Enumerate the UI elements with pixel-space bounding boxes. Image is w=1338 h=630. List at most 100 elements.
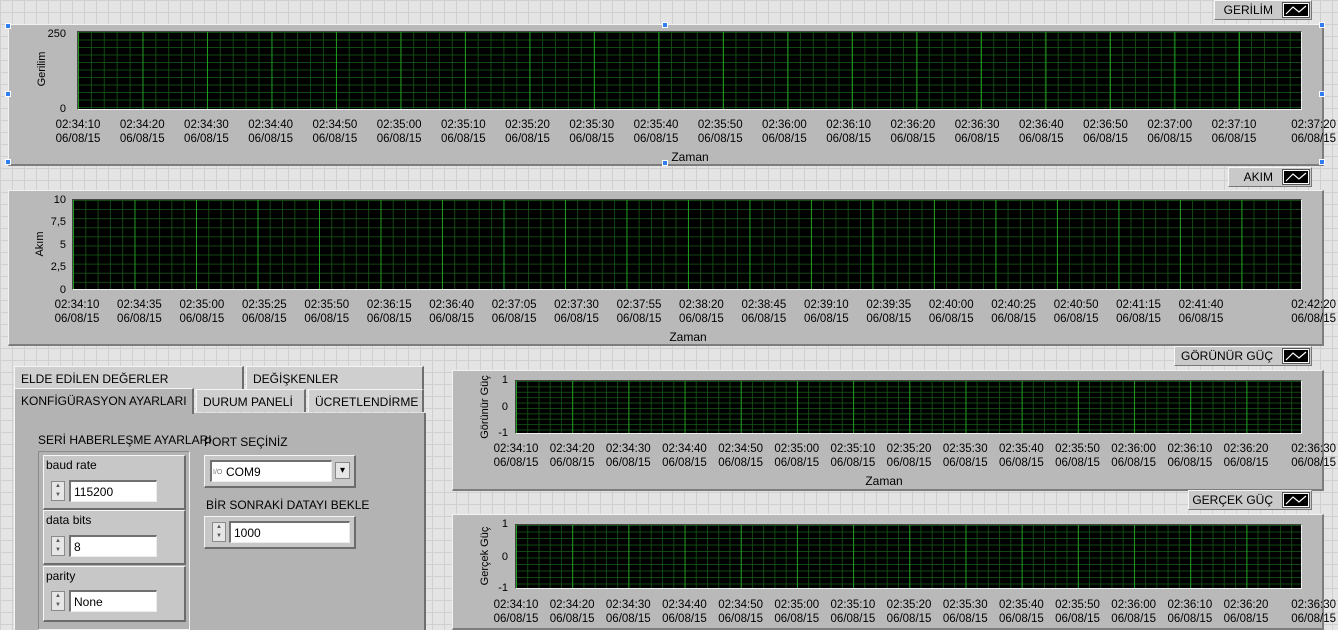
- x-tick-time: 02:35:00: [179, 299, 225, 311]
- gorunur-guc-x-ticks: 02:34:10 06/08/15 02:34:20 06/08/15 02:34:30…: [0, 442, 1338, 472]
- x-tick-date: 06/08/15: [312, 133, 358, 145]
- data-bits-spinner[interactable]: ▲ ▼: [51, 536, 65, 556]
- x-tick-label: 02:34:10 06/08/15: [43, 118, 113, 146]
- x-tick-time: 02:41:15: [1116, 299, 1161, 311]
- y-tick: 10: [53, 194, 66, 206]
- x-tick-label: 02:39:10 06/08/15: [791, 298, 861, 326]
- parity-label: parity: [46, 569, 76, 583]
- decrement-icon[interactable]: ▼: [52, 546, 64, 555]
- x-tick-label: 02:35:30 06/08/15: [557, 118, 627, 146]
- x-tick-time: 02:36:15: [366, 299, 412, 311]
- x-tick-label: 02:34:10 06/08/15: [42, 298, 112, 326]
- selection-handle[interactable]: [5, 91, 11, 97]
- x-tick-label: 02:34:20 06/08/15: [107, 118, 177, 146]
- x-tick-date: 06/08/15: [1083, 133, 1128, 145]
- akim-x-label: Zaman: [669, 330, 707, 344]
- increment-icon[interactable]: ▲: [52, 537, 64, 546]
- gercek-guc-x-ticks: 02:34:10 06/08/15 02:34:20 06/08/15 02:34:30…: [0, 598, 1338, 628]
- y-tick: 2,5: [50, 261, 66, 273]
- gerilim-plot-area[interactable]: [77, 31, 1302, 110]
- x-tick-label: 02:38:45 06/08/15: [729, 298, 799, 326]
- gerilim-legend[interactable]: GERİLİM: [1214, 0, 1312, 20]
- tab-durum-paneli[interactable]: DURUM PANELİ: [196, 389, 306, 412]
- x-tick-label: 02:41:15 06/08/15: [1104, 298, 1174, 326]
- x-tick-time: 02:34:40: [248, 119, 294, 131]
- selection-handle[interactable]: [1319, 91, 1325, 97]
- baud-rate-input[interactable]: 115200: [69, 480, 157, 502]
- x-tick-date: 06/08/15: [697, 133, 743, 145]
- tab-konfigurasyon-ayarlari[interactable]: KONFİGÜRASYON AYARLARI: [14, 388, 194, 414]
- x-tick-label: 02:37:10 06/08/15: [1199, 118, 1269, 146]
- x-tick-time: 02:36:30: [954, 119, 1000, 131]
- x-tick-label: 02:35:20 06/08/15: [493, 118, 563, 146]
- gorunur-guc-legend[interactable]: GÖRÜNÜR GÜÇ: [1174, 346, 1312, 366]
- legend-label: GERÇEK GÜÇ: [1192, 493, 1273, 507]
- x-tick-label: 02:36:30 06/08/15: [1266, 442, 1336, 470]
- x-tick-label: 02:37:00 06/08/15: [1135, 118, 1205, 146]
- selection-handle[interactable]: [5, 159, 11, 165]
- x-tick-date: 06/08/15: [866, 313, 912, 325]
- x-tick-date: 06/08/15: [679, 313, 724, 325]
- gerilim-x-label: Zaman: [671, 150, 709, 164]
- legend-plot-icon: [1282, 348, 1310, 364]
- x-tick-date: 06/08/15: [991, 313, 1037, 325]
- decrement-icon[interactable]: ▼: [213, 532, 225, 541]
- x-tick-date: 06/08/15: [491, 313, 537, 325]
- baud-rate-spinner[interactable]: ▲ ▼: [51, 481, 65, 501]
- wait-input[interactable]: 1000: [229, 521, 350, 543]
- x-tick-date: 06/08/15: [248, 133, 294, 145]
- x-tick-time: 02:34:35: [117, 299, 162, 311]
- legend-plot-icon: [1282, 2, 1310, 18]
- x-tick-date: 06/08/15: [1053, 313, 1099, 325]
- decrement-icon[interactable]: ▼: [52, 491, 64, 500]
- x-tick-date: 06/08/15: [1178, 313, 1224, 325]
- x-tick-time: 02:37:05: [491, 299, 537, 311]
- x-tick-label: 02:35:25 06/08/15: [229, 298, 299, 326]
- increment-icon[interactable]: ▲: [52, 482, 64, 491]
- akim-plot-area[interactable]: [72, 199, 1302, 290]
- selection-handle[interactable]: [5, 23, 11, 29]
- x-tick-label: 02:36:50 06/08/15: [1071, 118, 1141, 146]
- x-tick-time: 02:34:10: [55, 119, 101, 131]
- x-tick-label: 02:42:20 06/08/15: [1266, 298, 1336, 326]
- data-bits-input[interactable]: 8: [69, 535, 157, 557]
- x-tick-label: 02:34:50 06/08/15: [300, 118, 370, 146]
- x-tick-time: 02:36:40: [429, 299, 475, 311]
- selection-handle[interactable]: [1319, 159, 1325, 165]
- gorunur-guc-plot-area[interactable]: [515, 380, 1302, 434]
- x-tick-time: 02:40:50: [1053, 299, 1099, 311]
- wait-spinner[interactable]: ▲ ▼: [212, 522, 226, 542]
- selection-handle[interactable]: [662, 22, 668, 28]
- legend-label: GERİLİM: [1223, 3, 1273, 17]
- akim-legend[interactable]: AKIM: [1228, 167, 1312, 187]
- y-tick: 5: [59, 239, 66, 251]
- x-tick-label: 02:36:40 06/08/15: [1006, 118, 1076, 146]
- x-tick-time: 02:36:10: [826, 119, 872, 131]
- increment-icon[interactable]: ▲: [213, 523, 225, 532]
- selection-handle[interactable]: [1319, 22, 1325, 28]
- x-tick-date: 06/08/15: [1291, 133, 1336, 145]
- x-tick-date: 06/08/15: [1291, 457, 1336, 469]
- legend-plot-icon: [1282, 492, 1310, 508]
- x-tick-date: 06/08/15: [179, 313, 225, 325]
- x-tick-label: 02:37:55 06/08/15: [604, 298, 674, 326]
- x-tick-time: 02:35:00: [376, 119, 422, 131]
- x-tick-date: 06/08/15: [54, 313, 100, 325]
- y-tick: 0: [59, 103, 66, 115]
- x-tick-label: 02:36:30 06/08/15: [1266, 598, 1336, 626]
- x-tick-time: 02:36:20: [890, 119, 936, 131]
- x-tick-time: 02:35:40: [633, 119, 679, 131]
- x-tick-date: 06/08/15: [616, 313, 662, 325]
- x-tick-date: 06/08/15: [954, 133, 1000, 145]
- tab-elde-edilen-degerler[interactable]: ELDE EDİLEN DEĞERLER: [14, 366, 244, 389]
- x-tick-date: 06/08/15: [440, 133, 486, 145]
- x-tick-time: 02:35:10: [440, 119, 486, 131]
- x-tick-date: 06/08/15: [1291, 313, 1336, 325]
- tab-ucretlendirme[interactable]: ÜCRETLENDİRME: [308, 389, 424, 412]
- selection-handle[interactable]: [662, 160, 668, 166]
- tab-degiskenler[interactable]: DEĞİŞKENLER: [246, 366, 424, 389]
- gercek-guc-legend[interactable]: GERÇEK GÜÇ: [1188, 490, 1312, 510]
- x-tick-date: 06/08/15: [826, 133, 872, 145]
- x-tick-date: 06/08/15: [366, 313, 412, 325]
- gercek-guc-plot-area[interactable]: [515, 524, 1302, 589]
